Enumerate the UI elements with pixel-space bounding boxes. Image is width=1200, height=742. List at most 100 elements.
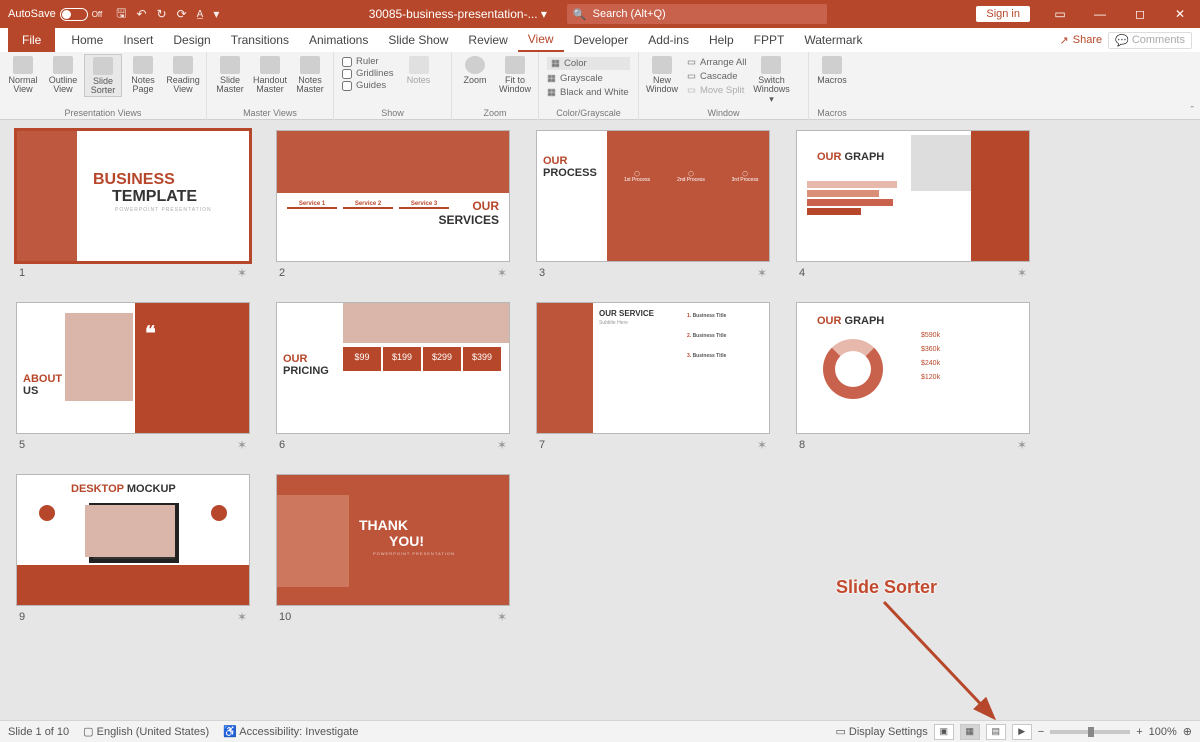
tab-insert[interactable]: Insert [113, 28, 163, 52]
group-label: Presentation Views [4, 108, 202, 120]
outline-view-button[interactable]: Outline View [44, 54, 82, 95]
slide-thumb-10[interactable]: THANK YOU! POWERPOINT PRESENTATION 10✶ [276, 474, 510, 624]
collapse-ribbon-icon[interactable]: ˆ [1190, 105, 1194, 117]
gridlines-check[interactable]: Gridlines [342, 68, 394, 79]
sign-in-button[interactable]: Sign in [976, 6, 1030, 22]
arrange-all-button[interactable]: ▭ Arrange All [687, 57, 746, 68]
normal-view-status-button[interactable]: ▣ [934, 724, 954, 740]
switch-windows-button[interactable]: Switch Windows ▾ [752, 54, 790, 104]
slide-sorter-button[interactable]: Slide Sorter [84, 54, 122, 97]
share-button[interactable]: ↗ Share [1060, 34, 1103, 47]
group-window: New Window ▭ Arrange All ▭ Cascade ▭ Mov… [639, 52, 809, 120]
tab-slide-show[interactable]: Slide Show [378, 28, 458, 52]
normal-view-icon [13, 56, 33, 74]
transition-icon: ✶ [497, 266, 507, 280]
close-button[interactable]: ✕ [1160, 0, 1200, 28]
notes-page-button[interactable]: Notes Page [124, 54, 162, 95]
group-macros: Macros Macros [809, 52, 855, 120]
slide-number: 3 [539, 267, 545, 279]
notes-button[interactable]: Notes [400, 54, 438, 85]
slide-thumb-1[interactable]: BUSINESS TEMPLATE POWERPOINT PRESENTATIO… [16, 130, 250, 280]
slide-thumb-4[interactable]: OUR GRAPH 4✶ [796, 130, 1030, 280]
maximize-button[interactable]: ◻ [1120, 0, 1160, 28]
minimize-button[interactable]: — [1080, 0, 1120, 28]
slide-thumb-8[interactable]: OUR GRAPH $590k$360k$240k$120k 8✶ [796, 302, 1030, 452]
ribbon-display-button[interactable]: ▭ [1040, 0, 1080, 28]
handout-master-button[interactable]: Handout Master [251, 54, 289, 95]
guides-check[interactable]: Guides [342, 80, 394, 91]
fit-to-window-status-button[interactable]: ⊕ [1183, 725, 1192, 738]
zoom-in-button[interactable]: + [1136, 726, 1142, 738]
reading-view-button[interactable]: Reading View [164, 54, 202, 95]
transition-icon: ✶ [1017, 266, 1027, 280]
fit-to-window-button[interactable]: Fit to Window [496, 54, 534, 95]
color-button[interactable]: ▦ Color [547, 57, 630, 70]
slideshow-status-button[interactable]: ▶ [1012, 724, 1032, 740]
refresh-icon[interactable]: ⟳ [177, 7, 187, 21]
slide-count[interactable]: Slide 1 of 10 [8, 726, 69, 738]
transition-icon: ✶ [497, 610, 507, 624]
search-box[interactable]: 🔍 Search (Alt+Q) [567, 4, 827, 24]
group-label: Zoom [456, 108, 534, 120]
normal-view-button[interactable]: Normal View [4, 54, 42, 95]
qat-more-icon[interactable]: ▾ [213, 7, 219, 21]
notes-page-icon [133, 56, 153, 74]
transition-icon: ✶ [237, 610, 247, 624]
slide-thumb-2[interactable]: OURSERVICES Service 1 Service 2 Service … [276, 130, 510, 280]
bw-button[interactable]: ▦ Black and White [547, 87, 630, 98]
redo-icon[interactable]: ↻ [157, 7, 167, 21]
accessibility-button[interactable]: ♿ Accessibility: Investigate [223, 725, 358, 738]
ruler-check[interactable]: Ruler [342, 56, 394, 67]
reading-view-status-button[interactable]: ▤ [986, 724, 1006, 740]
group-presentation-views: Normal View Outline View Slide Sorter No… [0, 52, 207, 120]
autosave-toggle[interactable]: AutoSave Off [8, 8, 102, 21]
slide-thumb-6[interactable]: OURPRICING $99 $199 $299 $399 6✶ [276, 302, 510, 452]
slide-thumb-5[interactable]: ABOUTUS ❝ 5✶ [16, 302, 250, 452]
slide-master-button[interactable]: Slide Master [211, 54, 249, 95]
group-label: Master Views [211, 108, 329, 120]
tab-view[interactable]: View [518, 28, 564, 52]
slide-thumb-3[interactable]: OURPROCESS ◯1st Process ◯2nd Process ◯3r… [536, 130, 770, 280]
macros-button[interactable]: Macros [813, 54, 851, 85]
tab-transitions[interactable]: Transitions [221, 28, 299, 52]
file-tab[interactable]: File [8, 28, 55, 52]
language-button[interactable]: ▢ English (United States) [83, 725, 209, 738]
tab-animations[interactable]: Animations [299, 28, 378, 52]
notes-master-button[interactable]: Notes Master [291, 54, 329, 95]
slide-master-icon [220, 56, 240, 74]
move-split-button[interactable]: ▭ Move Split [687, 85, 746, 96]
save-icon[interactable]: 🖫 [116, 4, 126, 25]
comments-button[interactable]: 💬 Comments [1108, 32, 1192, 49]
slide-thumb-9[interactable]: DESKTOP MOCKUP 9✶ [16, 474, 250, 624]
slide-thumb-7[interactable]: OUR SERVICE Subtitle Here 1. Business Ti… [536, 302, 770, 452]
title-bar: AutoSave Off 🖫 ↶ ↻ ⟳ A̲ ▾ 30085-business… [0, 0, 1200, 28]
handout-master-icon [260, 56, 280, 74]
zoom-out-button[interactable]: − [1038, 726, 1044, 738]
macros-icon [822, 56, 842, 74]
zoom-slider[interactable] [1050, 730, 1130, 734]
annotation-label: Slide Sorter [836, 577, 937, 598]
tab-fppt[interactable]: FPPT [744, 28, 795, 52]
autosave-state: Off [92, 10, 103, 19]
cascade-button[interactable]: ▭ Cascade [687, 71, 746, 82]
tab-help[interactable]: Help [699, 28, 744, 52]
zoom-level[interactable]: 100% [1149, 726, 1177, 738]
grayscale-button[interactable]: ▦ Grayscale [547, 73, 630, 84]
tab-home[interactable]: Home [61, 28, 113, 52]
font-icon[interactable]: A̲ [197, 9, 204, 20]
zoom-button[interactable]: Zoom [456, 54, 494, 85]
tab-developer[interactable]: Developer [564, 28, 639, 52]
document-title[interactable]: 30085-business-presentation-... ▾ [369, 7, 547, 21]
switch-windows-icon [761, 56, 781, 74]
tab-watermark[interactable]: Watermark [794, 28, 872, 52]
tab-review[interactable]: Review [458, 28, 517, 52]
tab-design[interactable]: Design [163, 28, 220, 52]
display-settings-button[interactable]: ▭ Display Settings [835, 725, 927, 738]
tab-add-ins[interactable]: Add-ins [638, 28, 699, 52]
slide-sorter-pane[interactable]: BUSINESS TEMPLATE POWERPOINT PRESENTATIO… [0, 120, 1200, 720]
slide-sorter-status-button[interactable]: ▦ [960, 724, 980, 740]
undo-icon[interactable]: ↶ [136, 7, 146, 21]
new-window-button[interactable]: New Window [643, 54, 681, 95]
group-zoom: Zoom Fit to Window Zoom [452, 52, 539, 120]
ribbon: Normal View Outline View Slide Sorter No… [0, 52, 1200, 120]
